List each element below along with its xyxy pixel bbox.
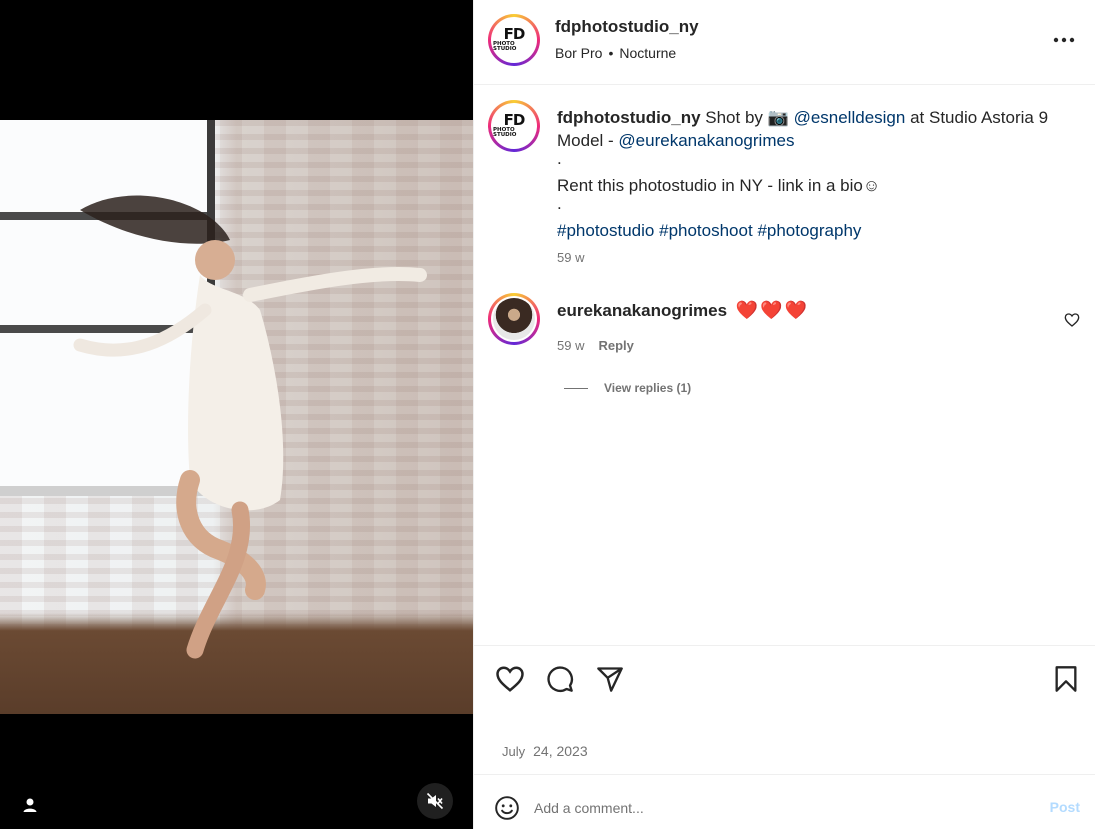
comment-button[interactable] [544,663,576,695]
studio-logo: FD PHOTO STUDIO [493,105,535,147]
comments-section: FD PHOTO STUDIO fdphotostudio_ny Shot by… [474,85,1095,645]
post-media[interactable] [0,0,473,829]
caption-model: Model - [557,131,614,150]
comment-like-icon [1064,313,1080,327]
mute-button[interactable] [417,783,453,819]
user-tag-button[interactable] [14,789,46,821]
comment-text: eurekanakanogrimes ❤️❤️❤️ [557,300,809,321]
author-username[interactable]: fdphotostudio_ny [555,17,699,37]
commenter-username[interactable]: eurekanakanogrimes [557,301,727,320]
audio-track[interactable]: Nocturne [619,45,676,61]
camera-icon: 📷 [767,108,789,127]
reply-button[interactable]: Reply [598,338,633,353]
caption-location: at Studio Astoria 9 [910,108,1049,127]
caption-author-avatar[interactable]: FD PHOTO STUDIO [488,100,540,152]
post-comment-button[interactable]: Post [1050,799,1080,815]
caption-rent-line: Rent this photostudio in NY - link in a … [557,176,881,195]
caption-text: fdphotostudio_ny Shot by 📷 @esnelldesign… [557,106,1077,242]
mute-icon [426,792,444,810]
comment-timestamp[interactable]: 59 w [557,338,584,353]
comment-meta: 59 w Reply [557,338,634,353]
like-button[interactable] [494,663,526,695]
emoji-button[interactable] [494,795,520,821]
caption-username[interactable]: fdphotostudio_ny [557,108,701,127]
audio-artist[interactable]: Bor Pro [555,45,602,61]
save-icon [1055,666,1077,692]
view-replies-button[interactable]: View replies (1) [564,381,691,395]
dancer-figure [73,195,427,659]
caption-dot: . [557,149,562,168]
studio-logo: FD PHOTO STUDIO [493,19,535,61]
post-date-day-year: 24, 2023 [533,743,588,759]
share-icon [597,667,623,692]
post-actions [474,645,1095,715]
add-comment-bar: Post [474,774,1095,829]
post-date-month: July [502,744,526,759]
comment-input[interactable] [534,795,1014,821]
user-tag-icon [23,798,37,812]
comment-body: ❤️❤️❤️ [735,300,810,320]
hashtag-link[interactable]: #photostudio [557,221,654,240]
author-avatar[interactable]: FD PHOTO STUDIO [488,14,540,66]
caption-timestamp[interactable]: 59 w [557,250,584,265]
post-photo [0,120,473,714]
mention-model[interactable]: @eurekanakanogrimes [618,131,794,150]
hashtag-link[interactable]: #photography [757,221,861,240]
save-button[interactable] [1050,663,1082,695]
commenter-avatar[interactable] [488,293,540,345]
share-button[interactable] [594,663,626,695]
comment-icon [547,666,573,692]
post-header: FD PHOTO STUDIO fdphotostudio_ny Bor Pro… [474,0,1095,85]
comment-like-button[interactable] [1064,312,1082,330]
emoji-icon [495,796,519,820]
more-options-icon [1053,37,1075,43]
hashtag-link[interactable]: #photoshoot [659,221,753,240]
caption-dot: . [557,194,562,213]
like-icon [496,666,524,692]
audio-info[interactable]: Bor Pro • Nocturne [555,45,676,61]
caption-shot-by: Shot by [705,108,763,127]
post-date[interactable]: July 24, 2023 [502,743,588,759]
mention-photographer[interactable]: @esnelldesign [794,108,906,127]
post-side-panel: FD PHOTO STUDIO fdphotostudio_ny Bor Pro… [473,0,1095,829]
audio-separator: • [608,45,614,61]
more-options-button[interactable] [1052,28,1076,52]
